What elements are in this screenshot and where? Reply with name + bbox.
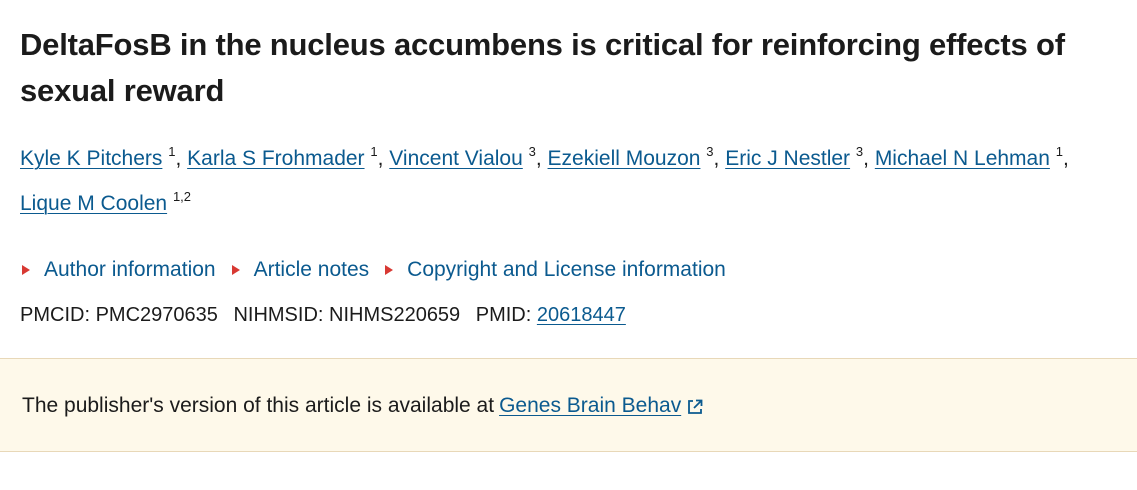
- publisher-version-banner: The publisher's version of this article …: [0, 358, 1137, 452]
- author-separator: ,: [863, 147, 875, 170]
- metadata-toggles: Author information Article notes Copyrig…: [22, 255, 742, 285]
- author-separator: ,: [377, 147, 390, 170]
- nihmsid-value: NIHMS220659: [329, 304, 461, 326]
- affiliation-ref: 3: [706, 144, 714, 159]
- affiliation-ref: 1,2: [172, 189, 192, 204]
- expand-arrow-icon: [22, 265, 30, 275]
- author-link[interactable]: Lique M Coolen: [20, 192, 167, 215]
- pmid-link[interactable]: 20618447: [537, 304, 626, 326]
- pmid-label: PMID:: [475, 304, 532, 326]
- copyright-license-toggle[interactable]: Copyright and License information: [385, 258, 726, 282]
- author-separator: ,: [535, 147, 548, 170]
- author-link[interactable]: Ezekiell Mouzon: [548, 147, 701, 170]
- author-link[interactable]: Karla S Frohmader: [187, 147, 364, 170]
- expand-arrow-icon: [385, 265, 394, 275]
- author-separator: ,: [713, 147, 726, 170]
- article-identifiers: PMCID: PMC2970635 NIHMSID: NIHMS220659 P…: [20, 300, 626, 330]
- publisher-journal-link[interactable]: Genes Brain Behav: [499, 391, 681, 421]
- pmcid-label: PMCID:: [20, 304, 90, 326]
- external-link-icon[interactable]: [686, 398, 704, 416]
- toggle-label: Author information: [44, 258, 216, 281]
- banner-text: The publisher's version of this article …: [22, 394, 495, 417]
- article-notes-toggle[interactable]: Article notes: [231, 258, 370, 282]
- nihmsid-label: NIHMSID:: [233, 304, 324, 326]
- author-link[interactable]: Michael N Lehman: [875, 147, 1050, 170]
- toggle-label: Copyright and License information: [407, 258, 726, 281]
- author-link[interactable]: Kyle K Pitchers: [20, 147, 162, 170]
- article-header: DeltaFosB in the nucleus accumbens is cr…: [0, 0, 1137, 490]
- author-link[interactable]: Eric J Nestler: [725, 147, 850, 170]
- article-title: DeltaFosB in the nucleus accumbens is cr…: [20, 27, 1065, 108]
- affiliation-ref: 3: [528, 144, 536, 159]
- author-list: Kyle K Pitchers 1, Karla S Frohmader 1, …: [20, 136, 1110, 226]
- pmcid-value: PMC2970635: [95, 304, 218, 326]
- author-information-toggle[interactable]: Author information: [22, 258, 216, 282]
- author-link[interactable]: Vincent Vialou: [389, 147, 523, 170]
- author-separator: ,: [175, 147, 188, 170]
- expand-arrow-icon: [231, 265, 240, 275]
- affiliation-ref: 1: [370, 144, 378, 159]
- author-separator: ,: [1062, 147, 1069, 170]
- banner-content: The publisher's version of this article …: [22, 391, 704, 421]
- affiliation-ref: 1: [1055, 144, 1063, 159]
- toggle-label: Article notes: [253, 258, 370, 281]
